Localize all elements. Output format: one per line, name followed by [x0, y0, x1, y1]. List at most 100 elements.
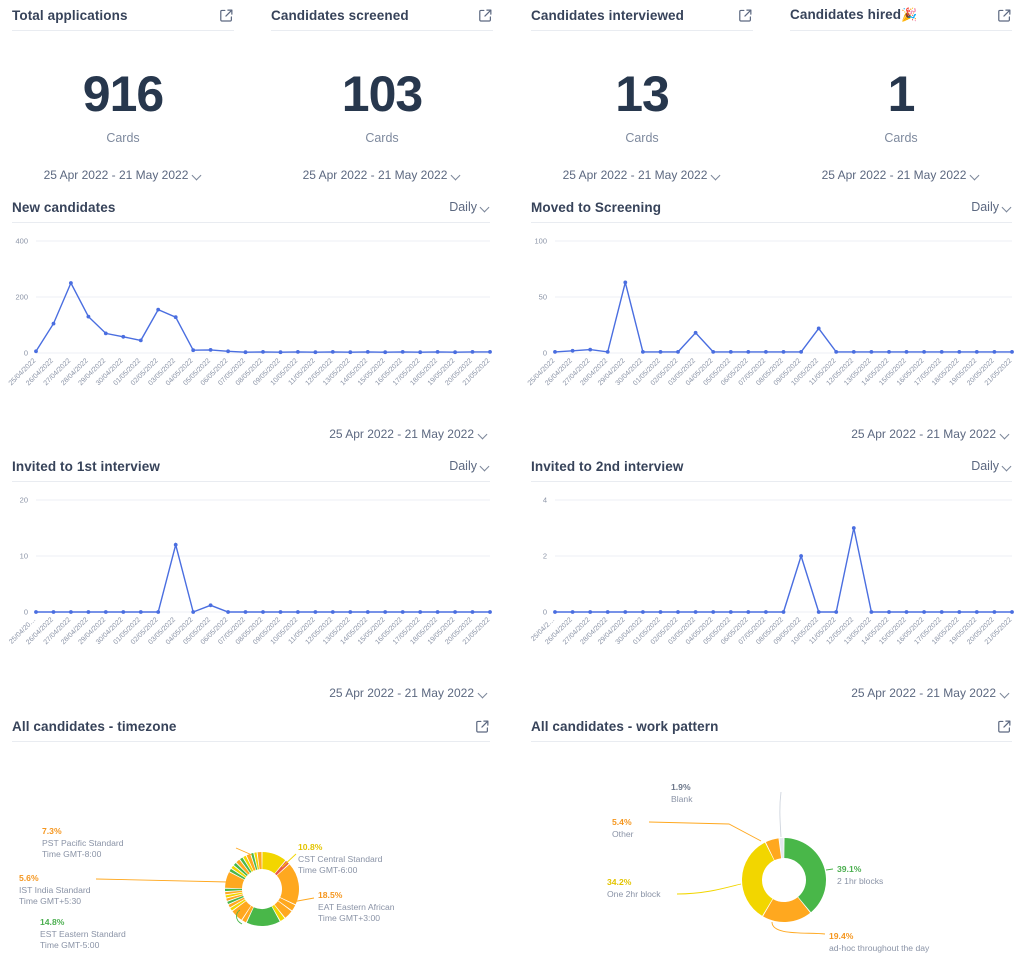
series-point[interactable]	[488, 350, 492, 354]
series-point[interactable]	[676, 610, 680, 614]
series-point[interactable]	[34, 610, 38, 614]
date-range-selector[interactable]: 25 Apr 2022 - 21 May 2022	[0, 168, 246, 182]
series-point[interactable]	[764, 610, 768, 614]
series-point[interactable]	[488, 610, 492, 614]
date-range-selector[interactable]: 25 Apr 2022 - 21 May 2022	[259, 168, 505, 182]
external-link-icon[interactable]	[478, 8, 493, 23]
date-range-selector[interactable]: 25 Apr 2022 - 21 May 2022	[851, 686, 1010, 700]
series-point[interactable]	[296, 610, 300, 614]
series-point[interactable]	[605, 610, 610, 614]
series-point[interactable]	[922, 610, 926, 614]
date-range-selector[interactable]: 25 Apr 2022 - 21 May 2022	[329, 686, 488, 700]
series-point[interactable]	[939, 610, 944, 614]
series-point[interactable]	[418, 610, 423, 614]
series-point[interactable]	[588, 347, 593, 352]
series-point[interactable]	[641, 610, 645, 614]
series-point[interactable]	[138, 338, 143, 343]
series-point[interactable]	[51, 321, 56, 326]
series-point[interactable]	[799, 350, 803, 354]
series-point[interactable]	[191, 348, 196, 353]
series-point[interactable]	[781, 610, 786, 614]
series-point[interactable]	[69, 610, 73, 614]
series-point[interactable]	[348, 350, 353, 355]
series-point[interactable]	[641, 350, 645, 354]
series-point[interactable]	[261, 350, 265, 354]
series-point[interactable]	[1010, 610, 1014, 614]
external-link-icon[interactable]	[738, 8, 753, 23]
external-link-icon[interactable]	[997, 719, 1012, 734]
series-point[interactable]	[226, 349, 231, 354]
series-point[interactable]	[365, 350, 370, 354]
series-point[interactable]	[191, 610, 196, 614]
series-point[interactable]	[69, 281, 73, 285]
series-point[interactable]	[658, 350, 663, 354]
series-point[interactable]	[435, 350, 440, 354]
donut-slice[interactable]	[225, 888, 243, 892]
granularity-selector[interactable]: Daily	[971, 459, 1012, 473]
series-point[interactable]	[904, 610, 909, 614]
series-point[interactable]	[887, 350, 891, 354]
series-point[interactable]	[226, 610, 231, 614]
external-link-icon[interactable]	[997, 8, 1012, 23]
series-point[interactable]	[957, 350, 962, 354]
series-point[interactable]	[348, 610, 353, 614]
series-point[interactable]	[470, 610, 475, 614]
series-point[interactable]	[330, 610, 335, 614]
external-link-icon[interactable]	[219, 8, 234, 23]
series-point[interactable]	[992, 610, 997, 614]
series-point[interactable]	[746, 610, 751, 614]
series-point[interactable]	[834, 350, 839, 354]
series-point[interactable]	[313, 610, 318, 614]
series-point[interactable]	[553, 610, 557, 614]
series-point[interactable]	[173, 542, 178, 547]
series-point[interactable]	[746, 350, 751, 354]
series-point[interactable]	[453, 610, 457, 614]
series-point[interactable]	[605, 350, 610, 354]
series-point[interactable]	[570, 610, 575, 614]
series-point[interactable]	[781, 350, 786, 354]
date-range-selector[interactable]: 25 Apr 2022 - 21 May 2022	[778, 168, 1024, 182]
series-point[interactable]	[623, 280, 628, 285]
series-point[interactable]	[851, 350, 856, 354]
series-point[interactable]	[383, 350, 388, 355]
series-point[interactable]	[400, 350, 405, 354]
series-point[interactable]	[470, 350, 475, 354]
series-point[interactable]	[138, 610, 143, 614]
series-point[interactable]	[86, 610, 91, 614]
series-point[interactable]	[418, 350, 423, 355]
series-point[interactable]	[922, 350, 926, 354]
date-range-selector[interactable]: 25 Apr 2022 - 21 May 2022	[851, 427, 1010, 441]
granularity-selector[interactable]: Daily	[449, 459, 490, 473]
donut-slice[interactable]	[742, 842, 775, 916]
date-range-selector[interactable]: 25 Apr 2022 - 21 May 2022	[519, 168, 765, 182]
series-point[interactable]	[103, 610, 108, 614]
series-point[interactable]	[86, 314, 91, 319]
series-point[interactable]	[957, 610, 962, 614]
series-point[interactable]	[939, 350, 944, 354]
series-point[interactable]	[313, 350, 318, 355]
series-point[interactable]	[243, 350, 248, 355]
series-point[interactable]	[296, 350, 300, 354]
series-point[interactable]	[383, 610, 388, 614]
series-point[interactable]	[103, 331, 108, 336]
granularity-selector[interactable]: Daily	[971, 200, 1012, 214]
series-point[interactable]	[278, 350, 283, 355]
series-point[interactable]	[764, 350, 768, 354]
series-point[interactable]	[869, 610, 874, 614]
series-point[interactable]	[974, 350, 979, 354]
series-point[interactable]	[816, 610, 821, 614]
date-range-selector[interactable]: 25 Apr 2022 - 21 May 2022	[329, 427, 488, 441]
series-point[interactable]	[400, 610, 405, 614]
series-point[interactable]	[435, 610, 440, 614]
series-point[interactable]	[121, 610, 126, 614]
series-point[interactable]	[453, 350, 457, 355]
external-link-icon[interactable]	[475, 719, 490, 734]
series-point[interactable]	[243, 610, 248, 614]
series-point[interactable]	[711, 350, 716, 354]
series-point[interactable]	[728, 350, 733, 354]
series-point[interactable]	[658, 610, 663, 614]
series-point[interactable]	[173, 315, 178, 320]
series-point[interactable]	[693, 610, 698, 614]
series-point[interactable]	[553, 350, 557, 354]
granularity-selector[interactable]: Daily	[449, 200, 490, 214]
